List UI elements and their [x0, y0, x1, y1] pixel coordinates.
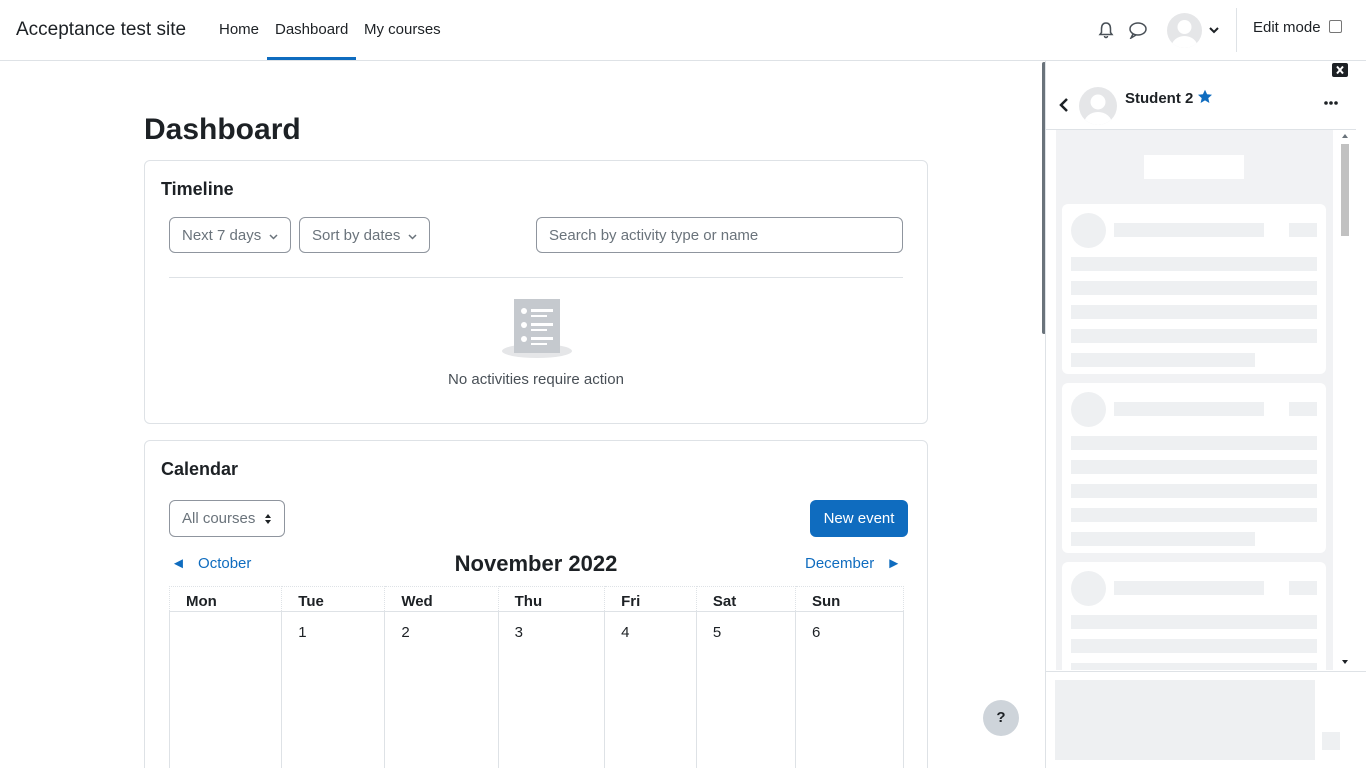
weekday-header: Mon — [168, 586, 283, 612]
avatar[interactable] — [1079, 87, 1117, 125]
avatar[interactable] — [1167, 13, 1202, 48]
select-arrows-icon — [265, 514, 271, 524]
user-avatar-icon — [1084, 94, 1112, 125]
search-placeholder: Search by activity type or name — [549, 227, 759, 244]
weekday-header: Fri — [604, 586, 697, 612]
divider — [169, 277, 903, 278]
timeline-empty-message: No activities require action — [448, 371, 624, 388]
nav-item-dashboard[interactable]: Dashboard — [275, 21, 348, 38]
calendar-day-cell[interactable]: 6 — [795, 611, 904, 768]
edit-mode-label: Edit mode — [1253, 19, 1321, 36]
placeholder-line — [1114, 581, 1264, 595]
next-arrow-icon: ► — [886, 555, 902, 572]
top-navbar: Acceptance test site Home Dashboard My c… — [0, 0, 1366, 61]
calendar-day-cell[interactable] — [168, 611, 283, 768]
scroll-down-icon[interactable] — [1340, 658, 1350, 666]
placeholder-line — [1071, 639, 1317, 653]
calendar-day-cell[interactable]: 1 — [281, 611, 386, 768]
more-options-icon[interactable] — [1324, 100, 1338, 106]
message-drawer: Student 2 — [1045, 61, 1366, 768]
weekday-header: Sun — [795, 586, 904, 612]
placeholder-line — [1071, 663, 1317, 670]
timeline-sort-button[interactable]: Sort by dates — [299, 217, 430, 253]
placeholder-line — [1071, 281, 1317, 295]
scroll-up-icon[interactable] — [1340, 132, 1350, 140]
user-avatar-icon — [1171, 20, 1198, 48]
placeholder-line — [1071, 436, 1317, 450]
course-filter-label: All courses — [182, 510, 256, 527]
nav-divider — [1236, 8, 1237, 52]
placeholder-line — [1071, 257, 1317, 271]
message-composer — [1046, 671, 1366, 768]
close-drawer-button[interactable] — [1332, 63, 1348, 77]
placeholder-line — [1071, 508, 1317, 522]
placeholder-line — [1071, 329, 1317, 343]
weekday-header: Thu — [497, 586, 606, 612]
close-icon — [1336, 65, 1344, 75]
calendar-week-row: 1 2 3 4 5 6 — [168, 611, 904, 768]
weekday-header: Tue — [281, 586, 386, 612]
scroll-thumb[interactable] — [1341, 144, 1349, 236]
timeline-block: Timeline Next 7 days Sort by dates Searc… — [144, 160, 928, 424]
weekday-header: Sat — [695, 586, 797, 612]
site-name[interactable]: Acceptance test site — [16, 19, 186, 41]
nav-item-my-courses[interactable]: My courses — [364, 21, 441, 38]
chat-icon[interactable] — [1128, 21, 1148, 39]
timeline-title: Timeline — [161, 179, 234, 199]
placeholder-line — [1071, 484, 1317, 498]
message-input-placeholder[interactable] — [1055, 680, 1315, 760]
day-filter-label: Next 7 days — [182, 227, 262, 244]
send-button-placeholder[interactable] — [1322, 732, 1340, 750]
placeholder-line — [1071, 460, 1317, 474]
placeholder-line — [1289, 402, 1317, 416]
timeline-search-input[interactable]: Search by activity type or name — [536, 217, 903, 253]
calendar-day-cell[interactable]: 3 — [497, 611, 606, 768]
calendar-day-cell[interactable]: 5 — [695, 611, 797, 768]
conversation-header: Student 2 — [1046, 83, 1356, 130]
avatar-placeholder — [1071, 213, 1106, 248]
calendar-day-cell[interactable]: 4 — [604, 611, 697, 768]
chevron-down-icon — [408, 234, 417, 240]
calendar-grid: Mon Tue Wed Thu Fri Sat Sun 1 2 3 4 5 6 — [168, 586, 904, 768]
edit-mode-toggle[interactable] — [1329, 20, 1342, 33]
contact-name[interactable]: Student 2 — [1125, 90, 1193, 107]
placeholder-line — [1071, 615, 1317, 629]
next-month-link[interactable]: December ► — [805, 555, 901, 572]
placeholder-line — [1289, 223, 1317, 237]
placeholder-line — [1071, 532, 1255, 546]
nav-item-home[interactable]: Home — [219, 21, 259, 38]
back-icon[interactable] — [1058, 97, 1070, 113]
date-placeholder — [1144, 155, 1244, 179]
next-month-label: December — [805, 555, 875, 572]
new-event-button[interactable]: New event — [810, 500, 908, 537]
placeholder-line — [1071, 353, 1255, 367]
weekday-header: Wed — [384, 586, 499, 612]
calendar-title: Calendar — [161, 459, 239, 479]
placeholder-line — [1114, 402, 1264, 416]
message-placeholder — [1062, 204, 1326, 374]
placeholder-line — [1289, 581, 1317, 595]
chevron-down-icon — [269, 234, 278, 240]
page-title: Dashboard — [144, 113, 301, 146]
message-placeholder — [1062, 562, 1326, 670]
calendar-day-cell[interactable]: 2 — [384, 611, 499, 768]
help-button[interactable]: ? — [983, 700, 1019, 736]
chevron-down-icon[interactable] — [1208, 24, 1220, 36]
course-filter-select[interactable]: All courses — [169, 500, 285, 537]
sort-label: Sort by dates — [312, 227, 401, 244]
avatar-placeholder — [1071, 392, 1106, 427]
message-placeholder — [1062, 383, 1326, 553]
placeholder-line — [1114, 223, 1264, 237]
weekday-header-row: Mon Tue Wed Thu Fri Sat Sun — [168, 586, 904, 612]
bell-icon[interactable] — [1097, 21, 1115, 39]
messages-loading-area — [1056, 130, 1333, 670]
timeline-day-filter[interactable]: Next 7 days — [169, 217, 291, 253]
messages-scrollbar[interactable] — [1337, 130, 1353, 670]
avatar-placeholder — [1071, 571, 1106, 606]
placeholder-line — [1071, 305, 1317, 319]
activity-list-icon — [502, 299, 572, 358]
active-nav-indicator — [267, 57, 356, 60]
star-icon — [1198, 89, 1212, 103]
calendar-block: Calendar All courses New event ◄ October… — [144, 440, 928, 768]
